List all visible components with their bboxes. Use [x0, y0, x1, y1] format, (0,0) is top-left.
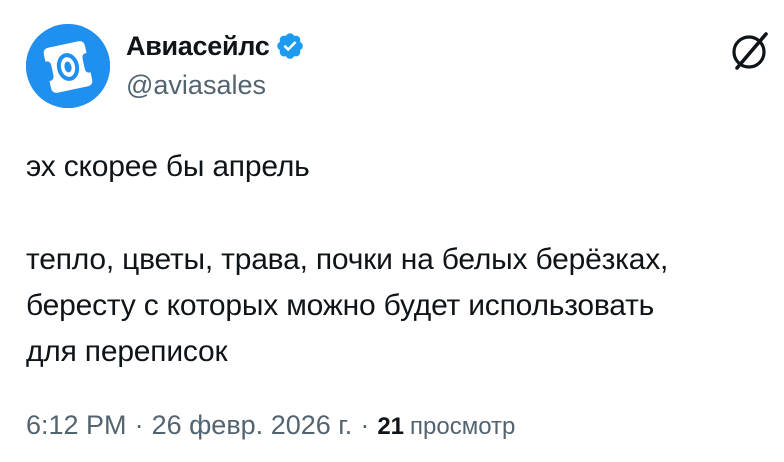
meta-separator: · — [360, 410, 370, 440]
author-name-row: Авиасейлс — [126, 28, 305, 64]
tweet-card: Авиасейлс @aviasales эх скорее бы апрель… — [0, 0, 784, 462]
tweet-text-line: тепло, цветы, трава, почки на белых берё… — [26, 243, 669, 276]
tweet-time[interactable]: 6:12 PM — [26, 410, 127, 441]
aviasales-logo-icon — [26, 24, 110, 108]
tweet-date[interactable]: 26 февр. 2026 г. — [152, 410, 353, 441]
x-logo-icon[interactable] — [728, 28, 774, 74]
tweet-text-line: эх скорее бы апрель — [26, 150, 310, 183]
views-count[interactable]: 21 — [377, 413, 404, 441]
tweet-meta: 6:12 PM · 26 февр. 2026 г. · 21 просмотр — [26, 410, 515, 441]
meta-separator: · — [134, 410, 144, 440]
tweet-text-line: бересту с которых можно будет использова… — [26, 289, 655, 322]
avatar[interactable] — [26, 24, 110, 108]
tweet-text-line: для переписок — [26, 335, 228, 368]
author-display-name[interactable]: Авиасейлс — [126, 31, 270, 62]
views-label[interactable]: просмотр — [410, 413, 515, 441]
author-handle[interactable]: @aviasales — [126, 70, 266, 101]
verified-badge-icon[interactable] — [275, 31, 305, 61]
